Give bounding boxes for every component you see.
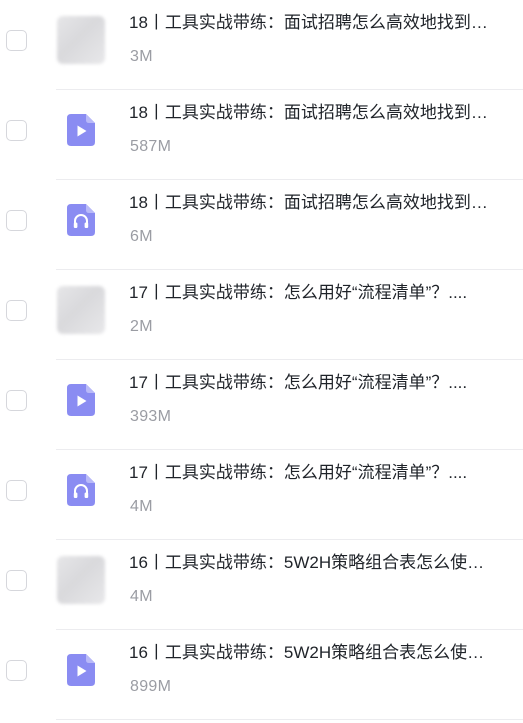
file-row[interactable]: 16丨工具实战带练：5W2H策略组合表怎么使用？ 899M — [0, 630, 523, 720]
file-row[interactable]: 17丨工具实战带练：怎么用好“流程清单”？.... 393M — [0, 360, 523, 450]
file-row[interactable]: 18丨工具实战带练：面试招聘怎么高效地找到人才？ 587M — [0, 90, 523, 180]
file-size: 587M — [130, 138, 172, 155]
video-file-icon[interactable] — [67, 114, 95, 146]
file-title[interactable]: 17丨工具实战带练：怎么用好“流程清单”？.... — [129, 282, 501, 304]
file-row[interactable]: 16丨工具实战带练：5W2H策略组合表怎么使用？ 4M — [0, 540, 523, 630]
file-size: 3M — [130, 48, 153, 65]
image-thumbnail[interactable] — [57, 286, 105, 334]
file-row[interactable]: 18丨工具实战带练：面试招聘怎么高效地找到人才？ 6M — [0, 180, 523, 270]
file-title[interactable]: 16丨工具实战带练：5W2H策略组合表怎么使用？ — [129, 642, 501, 664]
image-thumbnail[interactable] — [57, 16, 105, 64]
file-size: 393M — [130, 408, 172, 425]
select-checkbox[interactable] — [6, 210, 27, 231]
file-size: 6M — [130, 228, 153, 245]
file-title[interactable]: 17丨工具实战带练：怎么用好“流程清单”？.... — [129, 372, 501, 394]
image-thumbnail[interactable] — [57, 556, 105, 604]
file-row[interactable]: 18丨工具实战带练：面试招聘怎么高效地找到人才？ 3M — [0, 0, 523, 90]
audio-file-icon[interactable] — [67, 204, 95, 236]
select-checkbox[interactable] — [6, 660, 27, 681]
select-checkbox[interactable] — [6, 30, 27, 51]
file-list: 18丨工具实战带练：面试招聘怎么高效地找到人才？ 3M 18丨工具实战带练：面试… — [0, 0, 523, 723]
select-checkbox[interactable] — [6, 390, 27, 411]
video-file-icon[interactable] — [67, 654, 95, 686]
select-checkbox[interactable] — [6, 300, 27, 321]
file-title[interactable]: 18丨工具实战带练：面试招聘怎么高效地找到人才？ — [129, 102, 501, 124]
file-title[interactable]: 17丨工具实战带练：怎么用好“流程清单”？.... — [129, 462, 501, 484]
audio-file-icon[interactable] — [67, 474, 95, 506]
file-title[interactable]: 18丨工具实战带练：面试招聘怎么高效地找到人才？ — [129, 12, 501, 34]
select-checkbox[interactable] — [6, 570, 27, 591]
row-divider — [56, 719, 523, 720]
file-row[interactable]: 17丨工具实战带练：怎么用好“流程清单”？.... 4M — [0, 450, 523, 540]
file-size: 899M — [130, 678, 172, 695]
file-size: 4M — [130, 498, 153, 515]
select-checkbox[interactable] — [6, 120, 27, 141]
file-row[interactable]: 17丨工具实战带练：怎么用好“流程清单”？.... 2M — [0, 270, 523, 360]
file-title[interactable]: 18丨工具实战带练：面试招聘怎么高效地找到人才？ — [129, 192, 501, 214]
file-size: 2M — [130, 318, 153, 335]
file-size: 4M — [130, 588, 153, 605]
video-file-icon[interactable] — [67, 384, 95, 416]
select-checkbox[interactable] — [6, 480, 27, 501]
file-title[interactable]: 16丨工具实战带练：5W2H策略组合表怎么使用？ — [129, 552, 501, 574]
